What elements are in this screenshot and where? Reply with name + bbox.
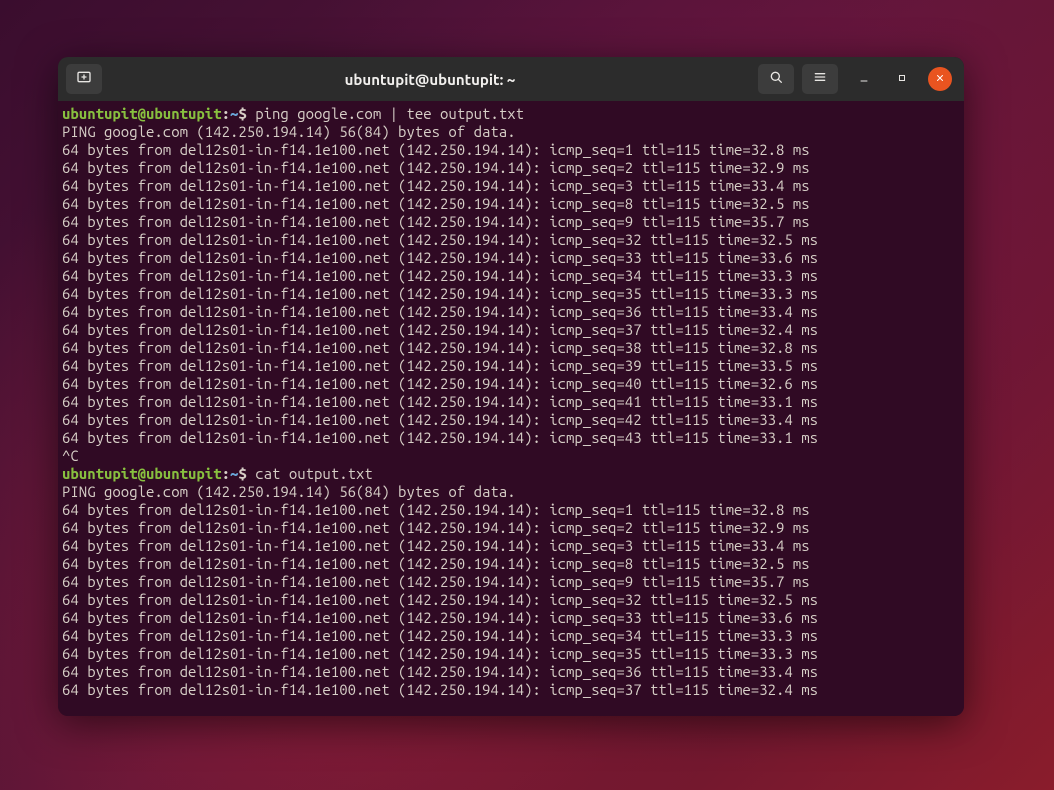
output-line: 64 bytes from del12s01-in-f14.1e100.net …: [62, 303, 960, 321]
window-title: ubuntupit@ubuntupit: ~: [110, 71, 750, 88]
prompt-line: ubuntupit@ubuntupit:~$ ping google.com |…: [62, 105, 960, 123]
output-line: 64 bytes from del12s01-in-f14.1e100.net …: [62, 627, 960, 645]
output-line: PING google.com (142.250.194.14) 56(84) …: [62, 483, 960, 501]
new-tab-button[interactable]: [66, 64, 102, 94]
terminal-content[interactable]: ubuntupit@ubuntupit:~$ ping google.com |…: [58, 101, 964, 716]
new-tab-icon: [76, 69, 92, 89]
menu-button[interactable]: [802, 64, 838, 94]
command-text: ping google.com | tee output.txt: [255, 105, 524, 122]
output-line: 64 bytes from del12s01-in-f14.1e100.net …: [62, 213, 960, 231]
output-line: 64 bytes from del12s01-in-f14.1e100.net …: [62, 375, 960, 393]
close-icon: [934, 70, 946, 88]
output-line: 64 bytes from del12s01-in-f14.1e100.net …: [62, 195, 960, 213]
prompt-user-host: ubuntupit@ubuntupit: [62, 105, 222, 122]
prompt-dollar: $: [238, 465, 255, 482]
prompt-line: ubuntupit@ubuntupit:~$ cat output.txt: [62, 465, 960, 483]
output-line: 64 bytes from del12s01-in-f14.1e100.net …: [62, 231, 960, 249]
output-line: 64 bytes from del12s01-in-f14.1e100.net …: [62, 519, 960, 537]
maximize-button[interactable]: [890, 67, 914, 91]
maximize-icon: [896, 70, 908, 88]
prompt-sep: :: [222, 465, 230, 482]
output-line: 64 bytes from del12s01-in-f14.1e100.net …: [62, 159, 960, 177]
output-line: ^C: [62, 447, 960, 465]
output-line: 64 bytes from del12s01-in-f14.1e100.net …: [62, 645, 960, 663]
titlebar[interactable]: ubuntupit@ubuntupit: ~: [58, 57, 964, 101]
output-line: 64 bytes from del12s01-in-f14.1e100.net …: [62, 501, 960, 519]
output-line: 64 bytes from del12s01-in-f14.1e100.net …: [62, 267, 960, 285]
output-line: 64 bytes from del12s01-in-f14.1e100.net …: [62, 555, 960, 573]
output-line: 64 bytes from del12s01-in-f14.1e100.net …: [62, 321, 960, 339]
desktop-background: ubuntupit@ubuntupit: ~: [0, 0, 1054, 790]
close-button[interactable]: [928, 67, 952, 91]
output-line: 64 bytes from del12s01-in-f14.1e100.net …: [62, 411, 960, 429]
output-line: 64 bytes from del12s01-in-f14.1e100.net …: [62, 249, 960, 267]
search-button[interactable]: [758, 64, 794, 94]
output-line: 64 bytes from del12s01-in-f14.1e100.net …: [62, 177, 960, 195]
output-line: 64 bytes from del12s01-in-f14.1e100.net …: [62, 681, 960, 699]
output-line: 64 bytes from del12s01-in-f14.1e100.net …: [62, 285, 960, 303]
terminal-window: ubuntupit@ubuntupit: ~: [58, 57, 964, 716]
menu-icon: [812, 69, 828, 89]
prompt-dollar: $: [238, 105, 255, 122]
command-text: cat output.txt: [255, 465, 373, 482]
output-line: 64 bytes from del12s01-in-f14.1e100.net …: [62, 339, 960, 357]
output-line: 64 bytes from del12s01-in-f14.1e100.net …: [62, 537, 960, 555]
output-line: 64 bytes from del12s01-in-f14.1e100.net …: [62, 663, 960, 681]
search-icon: [768, 69, 784, 89]
output-line: 64 bytes from del12s01-in-f14.1e100.net …: [62, 429, 960, 447]
output-line: PING google.com (142.250.194.14) 56(84) …: [62, 123, 960, 141]
output-line: 64 bytes from del12s01-in-f14.1e100.net …: [62, 357, 960, 375]
output-line: 64 bytes from del12s01-in-f14.1e100.net …: [62, 393, 960, 411]
prompt-sep: :: [222, 105, 230, 122]
output-line: 64 bytes from del12s01-in-f14.1e100.net …: [62, 141, 960, 159]
window-controls: [852, 67, 952, 91]
output-line: 64 bytes from del12s01-in-f14.1e100.net …: [62, 609, 960, 627]
output-line: 64 bytes from del12s01-in-f14.1e100.net …: [62, 591, 960, 609]
prompt-user-host: ubuntupit@ubuntupit: [62, 465, 222, 482]
minimize-icon: [858, 70, 870, 88]
minimize-button[interactable]: [852, 67, 876, 91]
output-line: 64 bytes from del12s01-in-f14.1e100.net …: [62, 573, 960, 591]
